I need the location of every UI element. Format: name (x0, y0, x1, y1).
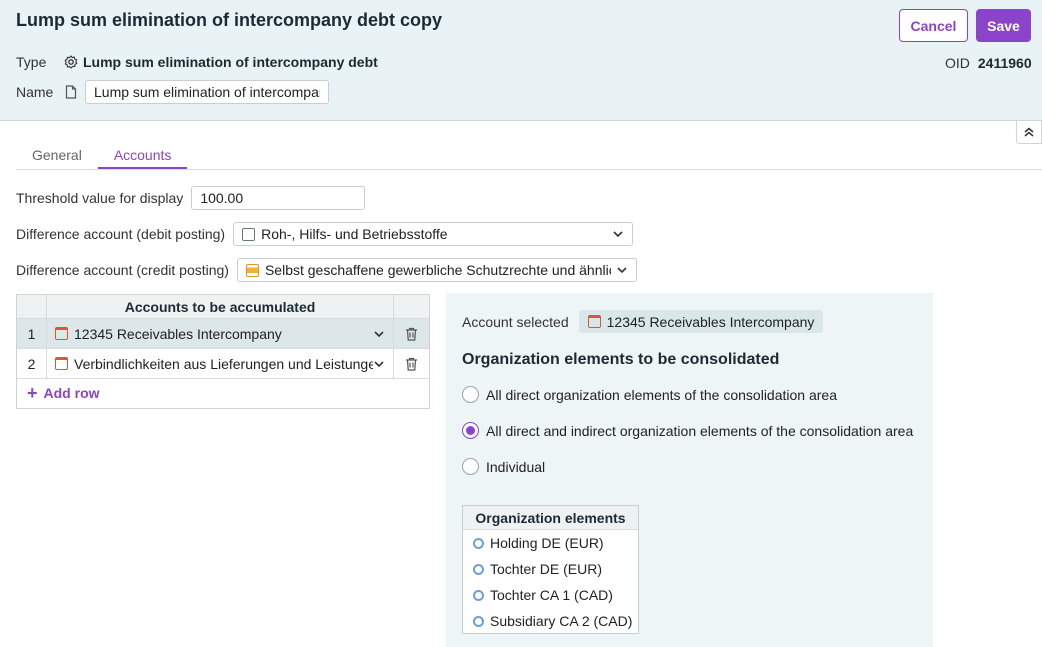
oid-value: 2411960 (977, 55, 1032, 71)
name-label: Name (16, 84, 54, 100)
radio-button[interactable] (462, 386, 479, 403)
account-name: 12345 Receivables Intercompany (74, 325, 282, 342)
threshold-input[interactable]: 100.00 (191, 186, 366, 210)
table-row[interactable]: 2 Verbindlichkeiten aus Lieferungen und … (17, 349, 429, 379)
radio-button[interactable] (462, 422, 479, 439)
tab-bar: General Accounts (16, 145, 1042, 170)
account-icon (55, 327, 68, 340)
credit-account-select[interactable]: Selbst geschaffene gewerbliche Schutzrec… (236, 258, 637, 282)
radio-all-direct[interactable]: All direct organization elements of the … (462, 386, 837, 403)
org-section-title: Organization elements to be consolidated (462, 351, 780, 368)
table-header: Accounts to be accumulated (17, 295, 429, 319)
type-label: Type (16, 54, 47, 70)
debit-account-select[interactable]: Roh-, Hilfs- und Betriebsstoffe (233, 222, 634, 246)
radio-label: Individual (486, 458, 546, 475)
consolidation-panel: Account selected 12345 Receivables Inter… (446, 293, 933, 647)
table-row[interactable]: 1 12345 Receivables Intercompany (17, 319, 429, 349)
oid-label: OID (945, 55, 970, 71)
credit-account-label: Difference account (credit posting) (16, 262, 229, 278)
debit-account-value: Roh-, Hilfs- und Betriebsstoffe (261, 226, 448, 242)
gear-icon (62, 54, 80, 70)
oid-display: OID 2411960 (945, 55, 1032, 71)
delete-row-button[interactable] (394, 349, 429, 378)
account-cell[interactable]: Verbindlichkeiten aus Lieferungen und Le… (47, 349, 394, 378)
credit-account-row: Difference account (credit posting) Selb… (16, 258, 637, 282)
name-input[interactable] (85, 80, 329, 104)
account-icon (587, 315, 601, 328)
chevron-down-icon[interactable] (373, 358, 385, 370)
type-row: Type Lump sum elimination of intercompan… (16, 54, 378, 70)
chevron-down-icon (615, 263, 628, 277)
chevron-down-icon (613, 231, 623, 238)
radio-individual[interactable]: Individual (462, 458, 545, 475)
account-selected-label: Account selected (462, 313, 569, 330)
account-icon (242, 227, 256, 241)
tab-general[interactable]: General (16, 145, 98, 169)
trash-icon (406, 357, 417, 371)
circle-icon (473, 615, 484, 627)
org-elements-list: Organization elements Holding DE (EUR) T… (462, 505, 639, 634)
radio-label: All direct and indirect organization ele… (486, 422, 914, 439)
type-value: Lump sum elimination of intercompany deb… (83, 54, 378, 70)
collapse-header-button[interactable] (1016, 121, 1042, 144)
account-selected-row: Account selected 12345 Receivables Inter… (462, 310, 824, 333)
row-number: 1 (17, 319, 47, 348)
list-item: Subsidiary CA 2 (CAD) (463, 608, 638, 634)
debit-account-row: Difference account (debit posting) Roh-,… (16, 222, 634, 246)
header-panel: Lump sum elimination of intercompany deb… (0, 0, 1042, 121)
threshold-row: Threshold value for display 100.00 (16, 186, 366, 210)
radio-all-direct-indirect[interactable]: All direct and indirect organization ele… (462, 422, 913, 439)
threshold-label: Threshold value for display (16, 190, 184, 206)
list-item: Holding DE (EUR) (463, 530, 638, 556)
radio-button[interactable] (462, 458, 479, 475)
account-name: Verbindlichkeiten aus Lieferungen und Le… (74, 355, 384, 372)
trash-icon (406, 327, 417, 341)
accounts-table: Accounts to be accumulated 1 12345 Recei… (16, 294, 430, 409)
delete-row-button[interactable] (394, 319, 429, 348)
debit-account-label: Difference account (debit posting) (16, 226, 226, 242)
account-selected-chip: 12345 Receivables Intercompany (578, 310, 824, 333)
list-item: Tochter CA 1 (CAD) (463, 582, 638, 608)
double-chevron-up-icon (1024, 127, 1034, 137)
cancel-button[interactable]: Cancel (899, 9, 968, 42)
save-button[interactable]: Save (976, 9, 1031, 42)
account-selected-value: 12345 Receivables Intercompany (606, 313, 815, 330)
list-item: Tochter DE (EUR) (463, 556, 638, 582)
account-icon (245, 263, 259, 277)
add-row-label: Add row (43, 385, 100, 401)
credit-account-value: Selbst geschaffene gewerbliche Schutzrec… (264, 262, 611, 278)
circle-icon (473, 563, 484, 575)
document-icon (62, 84, 80, 100)
add-row-button[interactable]: + Add row (27, 383, 100, 403)
account-cell[interactable]: 12345 Receivables Intercompany (47, 319, 394, 348)
column-header-accounts: Accounts to be accumulated (47, 295, 394, 318)
circle-icon (473, 589, 484, 601)
org-list-header: Organization elements (463, 506, 638, 530)
plus-icon: + (27, 383, 38, 403)
circle-icon (473, 537, 484, 549)
page-title: Lump sum elimination of intercompany deb… (16, 10, 443, 30)
name-row: Name (16, 80, 329, 104)
account-icon (55, 357, 68, 370)
tab-accounts[interactable]: Accounts (97, 145, 188, 169)
threshold-value: 100.00 (200, 190, 244, 206)
radio-label: All direct organization elements of the … (486, 386, 837, 403)
row-number: 2 (17, 349, 47, 378)
chevron-down-icon[interactable] (373, 328, 385, 340)
